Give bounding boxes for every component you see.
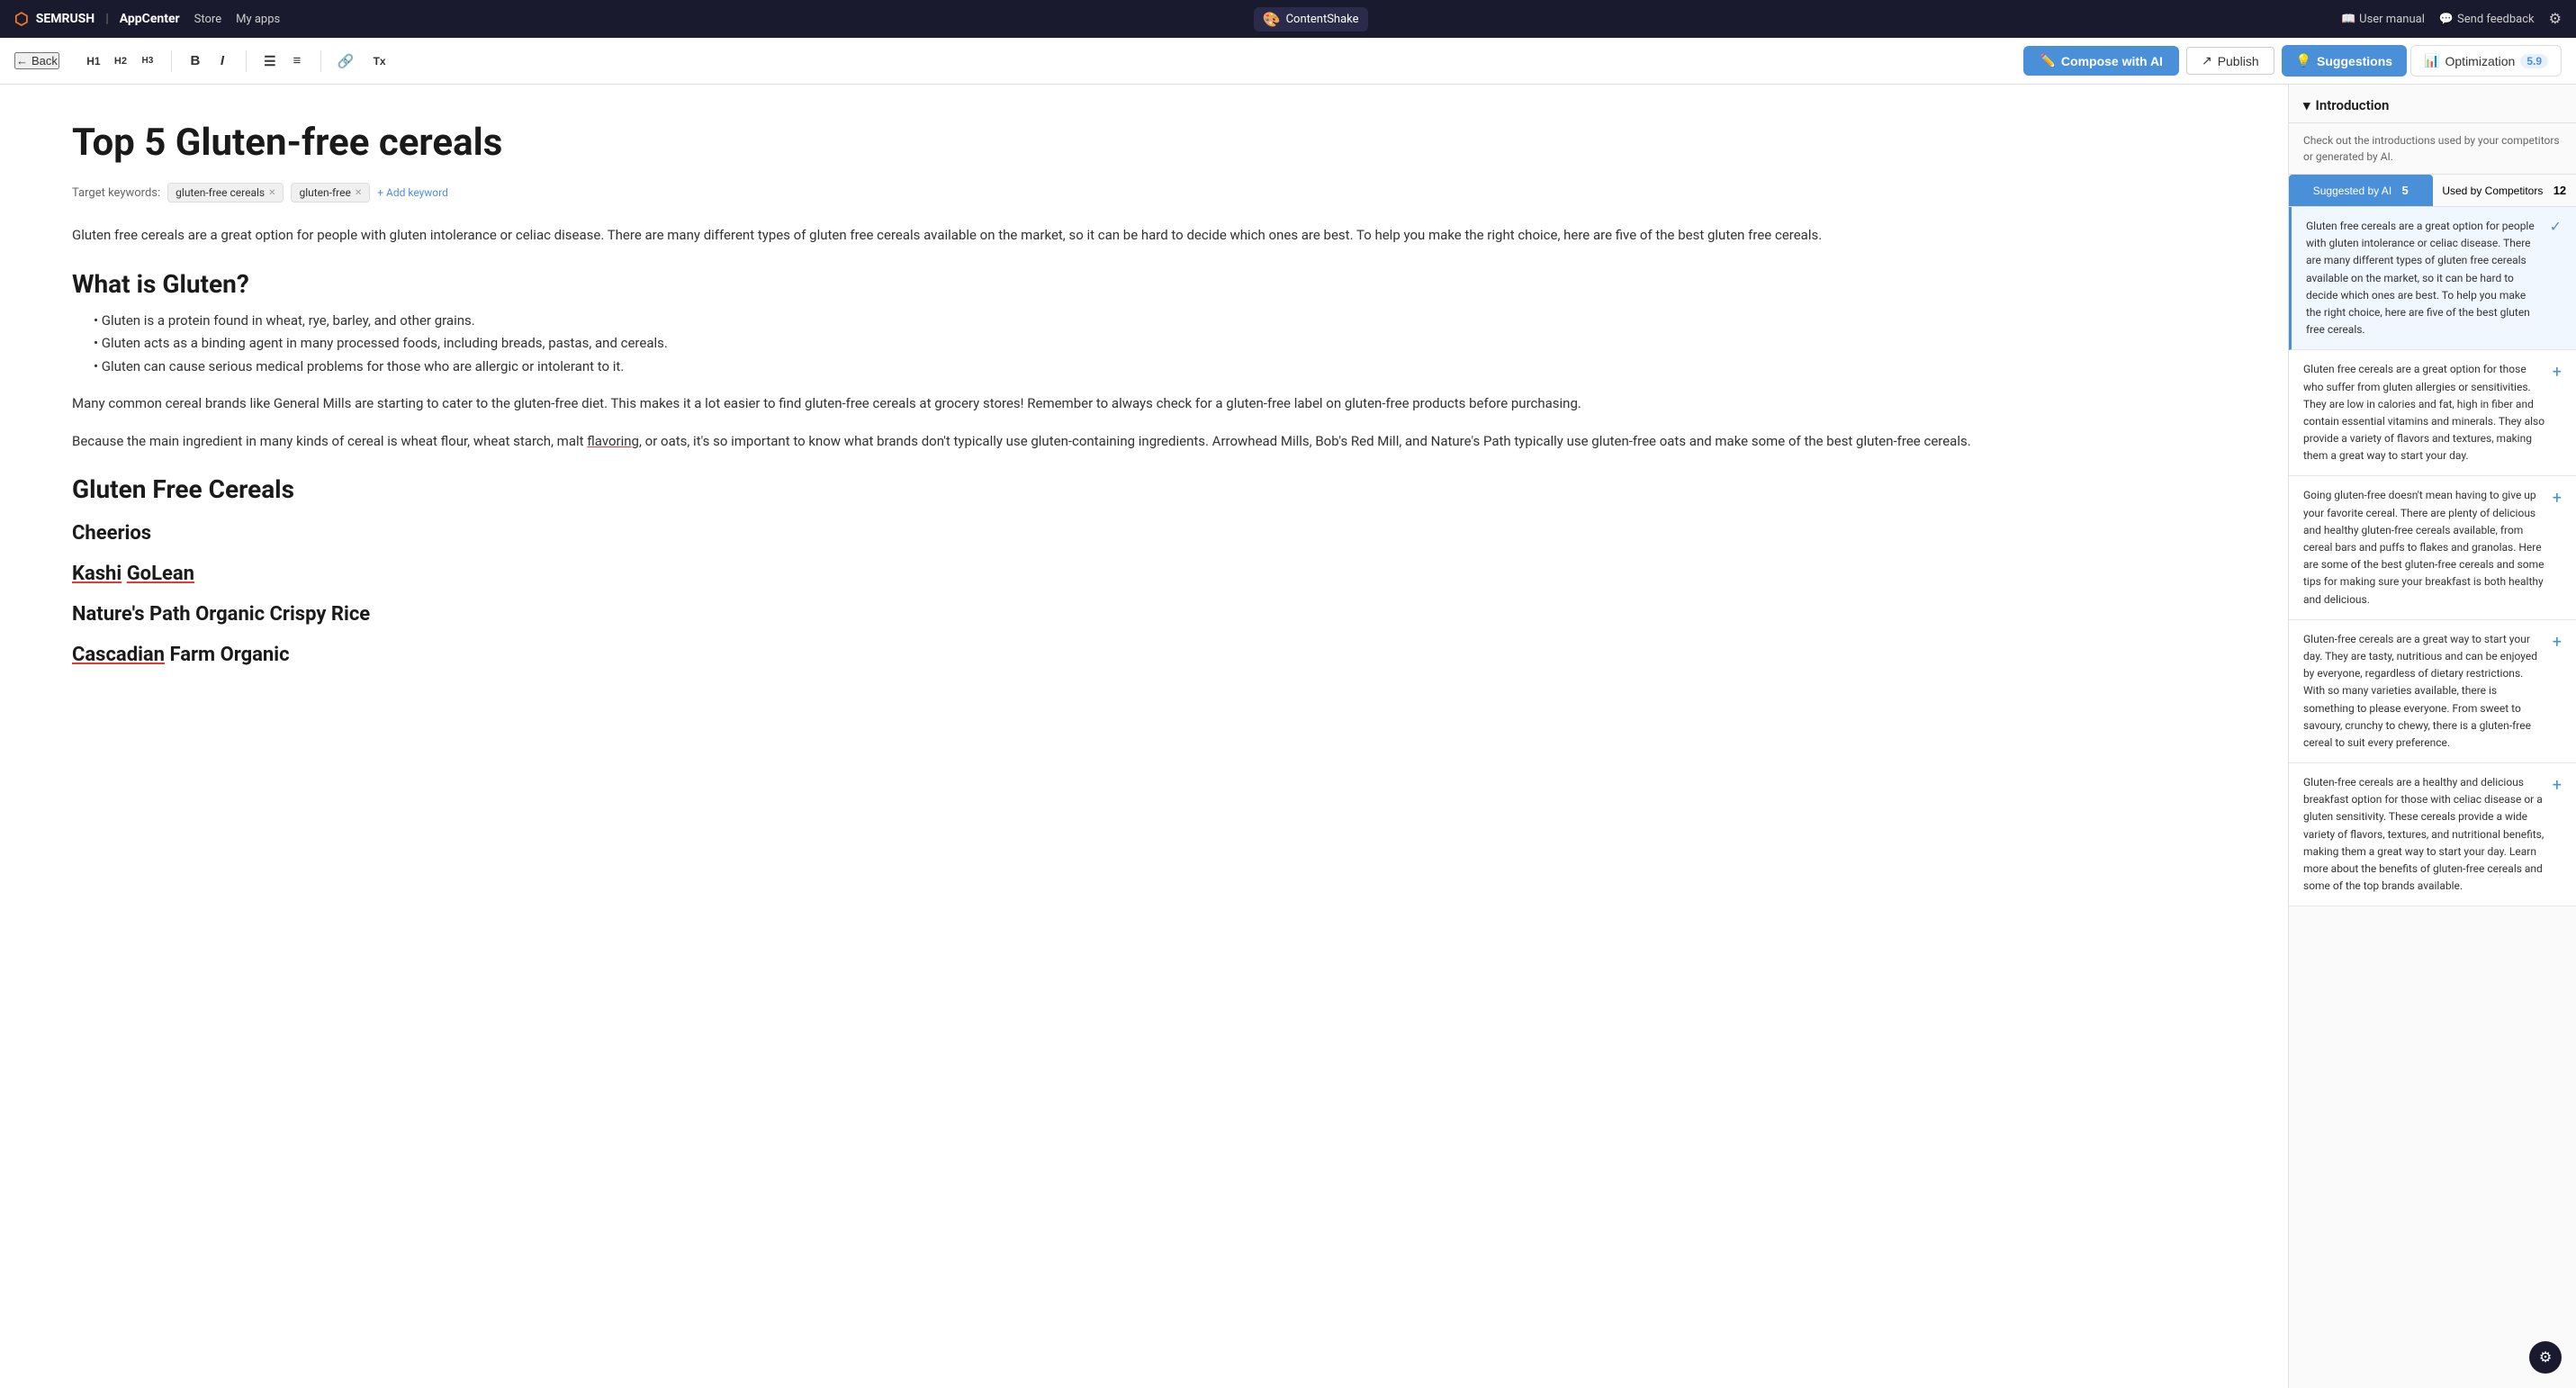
suggestion-item-4[interactable]: Gluten-free cereals are a great way to s… — [2289, 620, 2576, 763]
brand-separator: | — [105, 12, 109, 26]
separator-3 — [320, 50, 321, 72]
bullets-list: Gluten is a protein found in wheat, rye,… — [90, 310, 2216, 379]
keyword-tag-1[interactable]: gluten-free cereals ✕ — [167, 183, 284, 203]
suggestions-icon: 💡 — [2296, 53, 2311, 68]
used-by-competitors-tab[interactable]: Used by Competitors 12 — [2433, 175, 2576, 206]
h2-button[interactable]: H2 — [108, 49, 133, 74]
bullet-1[interactable]: Gluten is a protein found in wheat, rye,… — [90, 310, 2216, 333]
panel-description: Check out the introductions used by your… — [2289, 123, 2576, 175]
clear-format-button[interactable]: Tx — [367, 49, 392, 74]
add-suggestion-4-button[interactable]: + — [2553, 633, 2562, 652]
link-button[interactable]: 🔗 — [332, 49, 360, 74]
send-feedback-link[interactable]: 💬 Send feedback — [2439, 13, 2535, 26]
add-suggestion-5-button[interactable]: + — [2553, 776, 2562, 795]
separator-1 — [171, 50, 172, 72]
list-format-group: ☰ ≡ — [257, 49, 310, 74]
top-navbar: ⬡ SEMRUSH | AppCenter Store My apps 🎨 Co… — [0, 0, 2576, 38]
user-manual-link[interactable]: 📖 User manual — [2341, 13, 2425, 26]
keyword-tag-2-remove[interactable]: ✕ — [355, 188, 362, 198]
optimization-score-badge: 5.9 — [2520, 54, 2548, 68]
back-arrow-icon: ← — [16, 54, 28, 68]
check-icon-1: ✓ — [2550, 218, 2562, 235]
publish-icon: ↗ — [2202, 53, 2212, 68]
editor-area[interactable]: Top 5 Gluten-free cereals Target keyword… — [0, 85, 2288, 1388]
contentshake-icon: 🎨 — [1263, 11, 1281, 28]
keyword-tag-1-text: gluten-free cereals — [176, 186, 265, 199]
italic-button[interactable]: I — [210, 49, 235, 74]
panel-tabs: Suggested by AI 5 Used by Competitors 12 — [2289, 175, 2576, 207]
suggestion-item-3[interactable]: Going gluten-free doesn't mean having to… — [2289, 476, 2576, 619]
bullet-list-button[interactable]: ≡ — [284, 49, 310, 74]
suggestions-list: Gluten free cereals are a great option f… — [2289, 207, 2576, 1388]
add-suggestion-3-button[interactable]: + — [2553, 489, 2562, 508]
suggestion-text-5: Gluten-free cereals are a healthy and de… — [2303, 774, 2545, 895]
topbar-right-actions: 📖 User manual 💬 Send feedback ⚙ — [2341, 10, 2562, 28]
editor-toolbar: ← Back H1 H2 H3 B I ☰ ≡ 🔗 Tx ✏️ Compose … — [0, 38, 2576, 85]
publish-button[interactable]: ↗ Publish — [2186, 47, 2274, 75]
keywords-row: Target keywords: gluten-free cereals ✕ g… — [72, 183, 2216, 203]
suggestion-item-2[interactable]: Gluten free cereals are a great option f… — [2289, 350, 2576, 476]
section-5-heading[interactable]: Nature's Path Organic Crispy Rice — [72, 603, 2216, 626]
feedback-icon: 💬 — [2439, 13, 2454, 26]
paragraph-1[interactable]: Gluten free cereals are a great option f… — [72, 224, 2216, 248]
brand-logo-area: ⬡ SEMRUSH | AppCenter — [14, 10, 180, 29]
settings-fab-button[interactable]: ⚙ — [2529, 1341, 2562, 1374]
suggestion-item-5[interactable]: Gluten-free cereals are a healthy and de… — [2289, 763, 2576, 906]
optimization-icon: 📊 — [2424, 53, 2439, 68]
magic-icon: ✏️ — [2040, 53, 2055, 68]
section-6-heading[interactable]: Cascadian Farm Organic — [72, 644, 2216, 666]
keyword-tag-2[interactable]: gluten-free ✕ — [291, 183, 370, 203]
settings-button[interactable]: ⚙ — [2549, 10, 2562, 28]
store-link[interactable]: Store — [194, 13, 221, 26]
book-icon: 📖 — [2341, 13, 2355, 26]
suggested-by-ai-tab[interactable]: Suggested by AI 5 — [2289, 175, 2433, 206]
app-name: ContentShake — [1286, 13, 1359, 26]
panel-title: ▾ Introduction — [2303, 97, 2389, 113]
suggestion-text-3: Going gluten-free doesn't mean having to… — [2303, 487, 2545, 608]
bullet-3[interactable]: Gluten can cause serious medical problem… — [90, 356, 2216, 379]
keyword-tag-2-text: gluten-free — [299, 186, 350, 199]
right-panel: ▾ Introduction Check out the introductio… — [2288, 85, 2576, 1388]
h1-button[interactable]: H1 — [81, 49, 106, 74]
panel-header: ▾ Introduction — [2289, 85, 2576, 123]
myapps-link[interactable]: My apps — [236, 13, 280, 26]
suggestion-text-1: Gluten free cereals are a great option f… — [2306, 218, 2543, 338]
section-2-heading[interactable]: Gluten Free Cereals — [72, 474, 2216, 504]
article-title[interactable]: Top 5 Gluten-free cereals — [72, 121, 2216, 165]
semrush-logo-icon: ⬡ — [14, 10, 29, 29]
flavoring-underline: flavoring — [587, 433, 639, 449]
bullet-2[interactable]: Gluten acts as a binding agent in many p… — [90, 332, 2216, 356]
appcenter-label: AppCenter — [120, 12, 180, 26]
separator-2 — [246, 50, 247, 72]
chevron-down-icon: ▾ — [2303, 97, 2310, 113]
ordered-list-button[interactable]: ☰ — [257, 49, 283, 74]
compose-ai-button[interactable]: ✏️ Compose with AI — [2023, 46, 2178, 76]
keywords-label: Target keywords: — [72, 186, 160, 200]
panel-tabs-header: 💡 Suggestions 📊 Optimization 5.9 — [2282, 45, 2562, 77]
toolbar-right-section: ✏️ Compose with AI ↗ Publish 💡 Suggestio… — [2023, 45, 2562, 77]
paragraph-3[interactable]: Because the main ingredient in many kind… — [72, 430, 2216, 454]
suggestion-text-2: Gluten free cereals are a great option f… — [2303, 361, 2545, 464]
suggestions-tab-button[interactable]: 💡 Suggestions — [2282, 45, 2407, 77]
back-button[interactable]: ← Back — [14, 52, 59, 69]
add-keyword-button[interactable]: + Add keyword — [377, 186, 448, 199]
app-badge: 🎨 ContentShake — [1254, 7, 1368, 32]
optimization-tab-button[interactable]: 📊 Optimization 5.9 — [2410, 45, 2562, 77]
main-content: Top 5 Gluten-free cereals Target keyword… — [0, 85, 2576, 1388]
suggestion-item-1[interactable]: Gluten free cereals are a great option f… — [2289, 207, 2576, 350]
settings-gear-icon: ⚙ — [2539, 1348, 2552, 1366]
paragraph-2[interactable]: Many common cereal brands like General M… — [72, 392, 2216, 416]
text-format-group: B I — [183, 49, 235, 74]
bold-button[interactable]: B — [183, 49, 208, 74]
section-1-heading[interactable]: What is Gluten? — [72, 269, 2216, 299]
suggestion-text-4: Gluten-free cereals are a great way to s… — [2303, 631, 2545, 752]
section-4-heading[interactable]: Kashi GoLean — [72, 563, 2216, 585]
section-3-heading[interactable]: Cheerios — [72, 522, 2216, 545]
keyword-tag-1-remove[interactable]: ✕ — [268, 188, 275, 198]
heading-format-group: H1 H2 H3 — [81, 49, 160, 74]
brand-name: SEMRUSH — [36, 12, 95, 26]
add-suggestion-2-button[interactable]: + — [2553, 363, 2562, 382]
h3-button[interactable]: H3 — [135, 49, 160, 74]
